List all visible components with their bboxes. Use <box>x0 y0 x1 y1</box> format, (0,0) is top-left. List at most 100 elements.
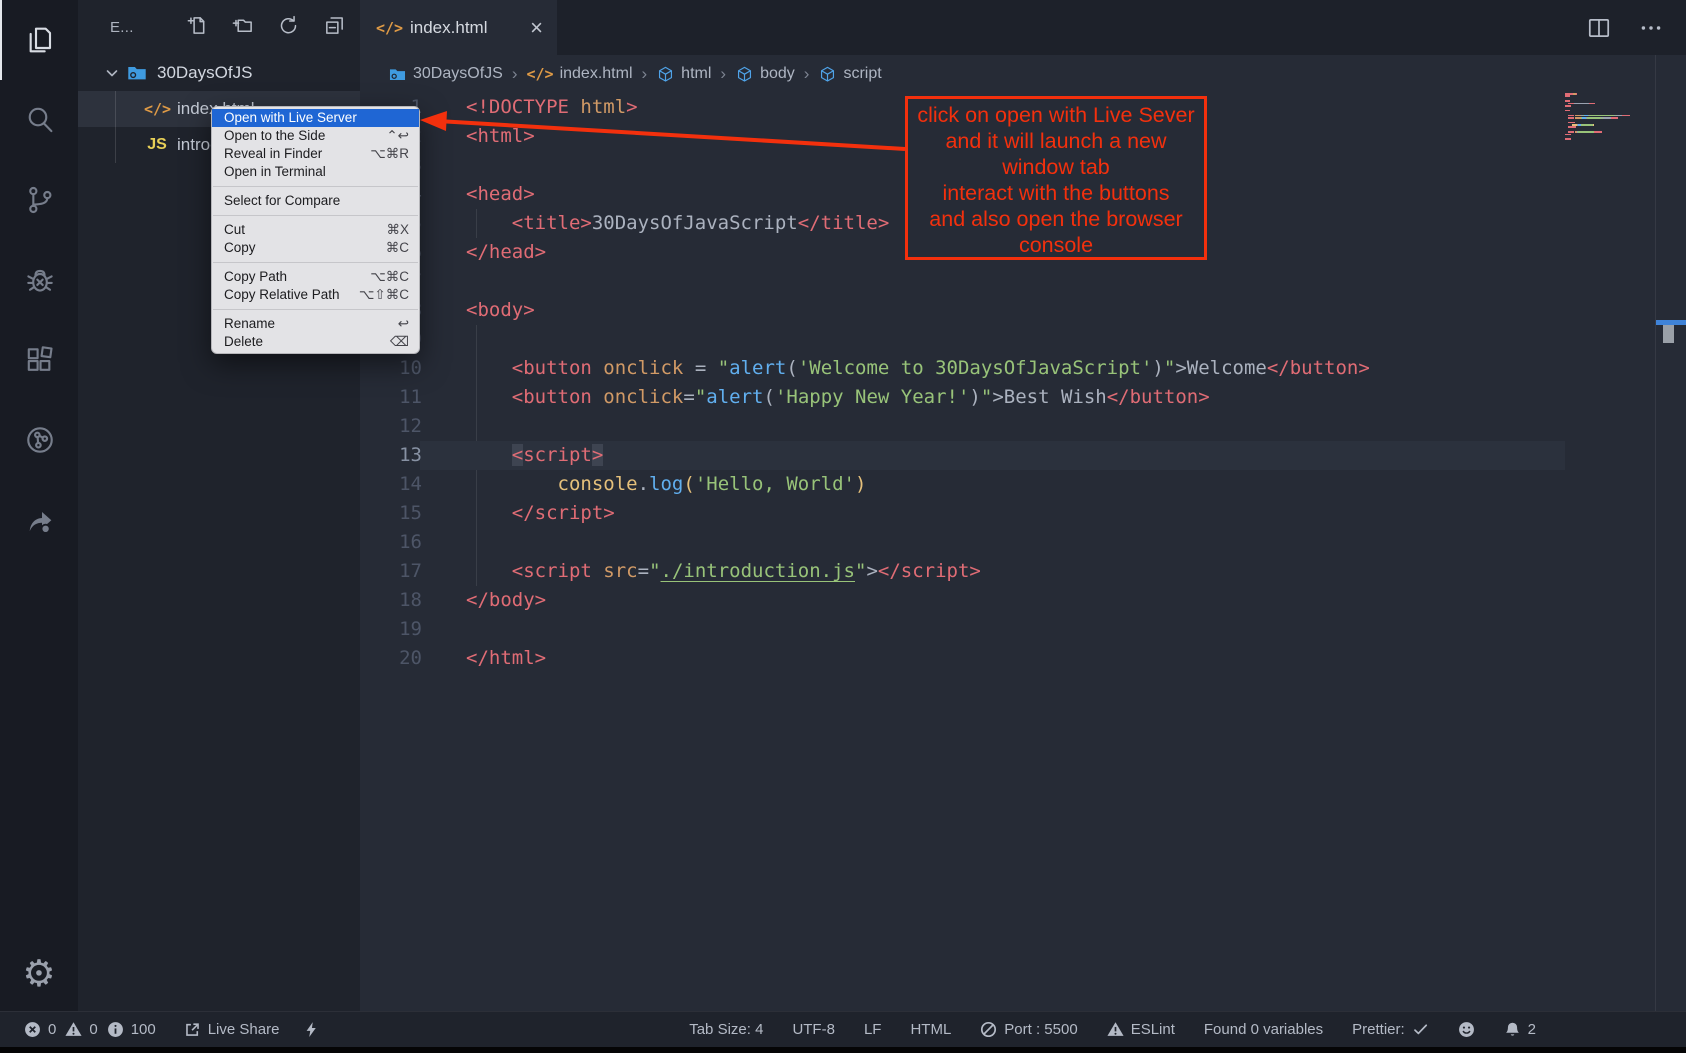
line-number: 12 <box>360 412 422 441</box>
activity-item-source-control[interactable] <box>0 160 78 240</box>
code-line-16: 16 <box>360 528 1686 557</box>
status-prettier-[interactable]: Prettier: <box>1352 1021 1429 1038</box>
overview-ruler[interactable] <box>1655 55 1686 1011</box>
line-number: 16 <box>360 528 422 557</box>
share-icon <box>184 1021 201 1038</box>
menu-shortcut: ⌥⌘R <box>370 145 409 163</box>
activity-item-publish[interactable] <box>0 480 78 560</box>
code-line-18: 18</body> <box>360 586 1686 615</box>
line-number: 15 <box>360 499 422 528</box>
lightning-status[interactable] <box>303 1021 320 1038</box>
status-html[interactable]: HTML <box>910 1021 951 1038</box>
menu-shortcut: ⌃↩ <box>386 127 409 145</box>
menu-item-reveal-in-finder[interactable]: Reveal in Finder⌥⌘R <box>212 145 419 163</box>
tab-index-html[interactable]: </> index.html × <box>360 0 557 55</box>
close-tab-icon[interactable]: × <box>530 17 543 39</box>
menu-item-copy-path[interactable]: Copy Path⌥⌘C <box>212 268 419 286</box>
breadcrumb-html[interactable]: html <box>656 65 711 84</box>
code-line-15: 15 </script> <box>360 499 1686 528</box>
context-menu: Open with Live ServerOpen to the Side⌃↩R… <box>211 106 420 354</box>
breadcrumb-30daysofjs[interactable]: 30DaysOfJS <box>388 65 503 84</box>
status-port-5500[interactable]: Port : 5500 <box>980 1021 1077 1038</box>
status-eslint[interactable]: ESLint <box>1107 1021 1175 1038</box>
activity-item-run-debug[interactable] <box>0 240 78 320</box>
vscode-window: ⚙ E... 30DaysOfJS</>index.htmlJSintroduc… <box>0 0 1686 1053</box>
menu-item-open-to-the-side[interactable]: Open to the Side⌃↩ <box>212 127 419 145</box>
breadcrumb-separator: › <box>642 64 648 84</box>
code-line-8: 8<body> <box>360 296 1686 325</box>
tab-label: index.html <box>410 18 487 38</box>
collapse-folders-icon[interactable] <box>323 14 346 42</box>
tree-folder-30daysofjs[interactable]: 30DaysOfJS <box>78 55 360 91</box>
menu-item-cut[interactable]: Cut⌘X <box>212 221 419 239</box>
tree-indent-guide <box>115 91 116 163</box>
new-file-icon[interactable] <box>185 14 208 42</box>
menu-item-delete[interactable]: Delete⌫ <box>212 333 419 351</box>
status-found-0-variables[interactable]: Found 0 variables <box>1204 1021 1323 1038</box>
explorer-header: E... <box>78 0 360 55</box>
warnings-status[interactable]: 0 <box>65 1021 97 1038</box>
explorer-toolbar <box>185 14 346 42</box>
menu-item-copy[interactable]: Copy⌘C <box>212 239 419 257</box>
status-utf-8[interactable]: UTF-8 <box>792 1021 835 1038</box>
info-status[interactable]: 100 <box>107 1021 156 1038</box>
menu-item-open-in-terminal[interactable]: Open in Terminal <box>212 163 419 181</box>
window-bottom-edge <box>0 1047 1686 1053</box>
breadcrumb-separator: › <box>512 64 518 84</box>
activity-item-search[interactable] <box>0 80 78 160</box>
annotation-line: and also open the browser <box>908 206 1204 232</box>
settings-gear-icon[interactable]: ⚙ <box>0 935 78 1011</box>
activity-item-explorer[interactable] <box>0 0 78 80</box>
new-folder-icon[interactable] <box>231 14 254 42</box>
js-file-icon: JS <box>144 136 170 154</box>
code-line-20: 20</html> <box>360 644 1686 673</box>
refresh-icon[interactable] <box>277 14 300 42</box>
code-line-19: 19 <box>360 615 1686 644</box>
line-number: 14 <box>360 470 422 499</box>
bolt-icon <box>303 1021 320 1038</box>
explorer-title: E... <box>110 19 134 36</box>
cube-icon <box>656 65 675 84</box>
tab-bar: </> index.html × <box>360 0 1686 55</box>
code-line-10: 10 <button onclick = "alert('Welcome to … <box>360 354 1686 383</box>
line-number: 11 <box>360 383 422 412</box>
status-bar: 0 0 100 Live Share Tab Size: 4 UTF-8 LF HTM… <box>0 1011 1686 1047</box>
scrollbar-thumb[interactable] <box>1663 325 1674 343</box>
activity-item-extensions[interactable] <box>0 320 78 400</box>
menu-shortcut: ⌥⌘C <box>370 268 409 286</box>
line-number: 19 <box>360 615 422 644</box>
code-line-17: 17 <script src="./introduction.js"></scr… <box>360 557 1686 586</box>
status-2[interactable]: 2 <box>1504 1021 1536 1038</box>
live-share-status[interactable]: Live Share <box>184 1021 280 1038</box>
breadcrumb-body[interactable]: body <box>735 65 795 84</box>
breadcrumb-script[interactable]: script <box>818 65 881 84</box>
folder-icon <box>388 65 407 84</box>
html-file-icon: </> <box>144 100 170 118</box>
menu-separator <box>213 262 418 263</box>
bell-icon <box>1504 1021 1521 1038</box>
menu-item-rename[interactable]: Rename↩ <box>212 315 419 333</box>
breadcrumb-index-html[interactable]: </>index.html <box>526 65 632 83</box>
menu-item-open-with-live-server[interactable]: Open with Live Server <box>212 109 419 127</box>
minimap[interactable] <box>1565 93 1655 141</box>
status-icon[interactable] <box>1458 1021 1475 1038</box>
cube-icon <box>735 65 754 84</box>
annotation-line: click on open with Live Sever <box>908 102 1204 128</box>
menu-item-copy-relative-path[interactable]: Copy Relative Path⌥⇧⌘C <box>212 286 419 304</box>
menu-shortcut: ⌘C <box>386 239 409 257</box>
split-editor-icon[interactable] <box>1586 15 1612 41</box>
menu-separator <box>213 215 418 216</box>
status-right: Tab Size: 4 UTF-8 LF HTML Port : 5500 ESLint F… <box>689 1021 1536 1038</box>
annotation-line: and it will launch a new <box>908 128 1204 154</box>
menu-item-select-for-compare[interactable]: Select for Compare <box>212 192 419 210</box>
warning-icon <box>65 1021 82 1038</box>
status-tab-size-4[interactable]: Tab Size: 4 <box>689 1021 763 1038</box>
activity-item-live-share[interactable] <box>0 400 78 480</box>
errors-status[interactable]: 0 <box>24 1021 56 1038</box>
menu-shortcut: ⌘X <box>386 221 409 239</box>
problems-group[interactable]: 0 0 100 <box>24 1021 156 1038</box>
chevron-down-icon <box>104 65 120 81</box>
code-line-11: 11 <button onclick="alert('Happy New Yea… <box>360 383 1686 412</box>
more-actions-icon[interactable] <box>1638 15 1664 41</box>
status-lf[interactable]: LF <box>864 1021 882 1038</box>
